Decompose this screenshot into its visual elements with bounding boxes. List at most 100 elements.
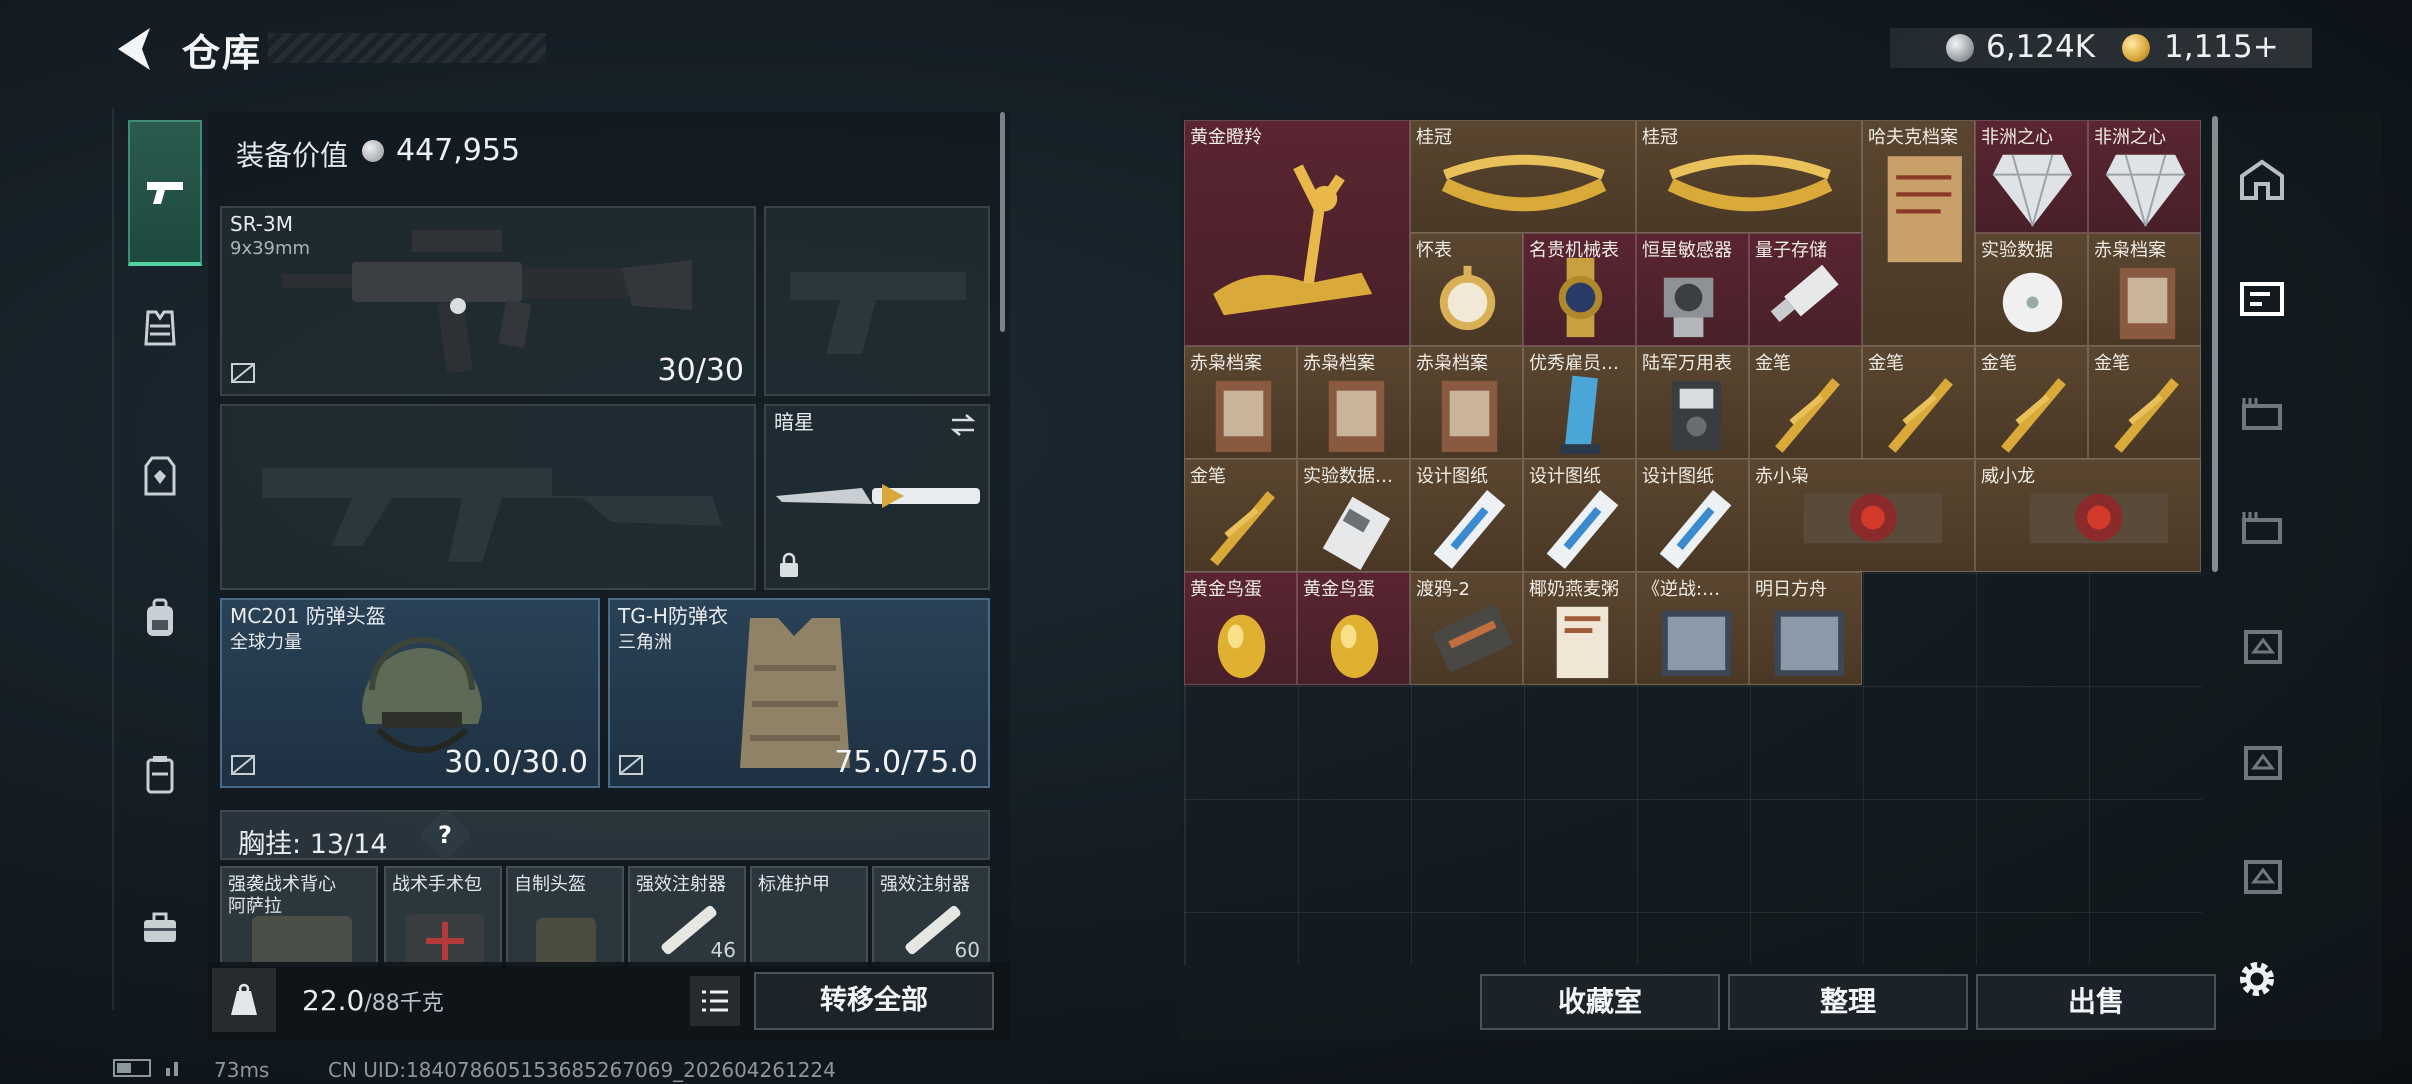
- stash-item-label: 金笔: [1755, 353, 1791, 374]
- rifle-icon: [282, 230, 692, 374]
- stash-item[interactable]: 《逆战:…: [1636, 572, 1749, 685]
- swap-icon[interactable]: [948, 412, 978, 438]
- stash-item[interactable]: 赤枭档案: [1184, 346, 1297, 459]
- stash-item[interactable]: 赤枭档案: [2088, 233, 2201, 346]
- storage-tab-icon: [2242, 512, 2282, 544]
- melee-slot[interactable]: 暗星: [764, 404, 990, 590]
- equipment-value-label: 装备价值: [236, 139, 349, 172]
- sort-button[interactable]: 整理: [1728, 974, 1968, 1030]
- silver-coin-icon: [362, 140, 384, 162]
- chest-rig-count: 13/14: [309, 829, 388, 860]
- tab-chest-rig[interactable]: [124, 292, 196, 364]
- stash-item[interactable]: 名贵机械表: [1523, 233, 1636, 346]
- stash-item[interactable]: 非洲之心: [1975, 120, 2088, 233]
- rig-item[interactable]: 强袭战术背心 阿萨拉: [220, 866, 378, 966]
- vest-icon: [144, 310, 176, 346]
- stash-item[interactable]: 金笔: [1749, 346, 1862, 459]
- loadout-scrollbar[interactable]: [1000, 112, 1005, 332]
- tab-storage-3b[interactable]: [2230, 496, 2294, 560]
- back-arrow-icon[interactable]: [112, 24, 158, 74]
- stash-item[interactable]: 赤小枭: [1749, 459, 1975, 572]
- tab-all-stash[interactable]: [2230, 148, 2294, 212]
- rig-item[interactable]: 强效注射器 46: [628, 866, 746, 966]
- stash-item[interactable]: 桂冠: [1636, 120, 1862, 233]
- item-count: 60: [954, 938, 980, 962]
- home-tab-icon: [2240, 159, 2284, 200]
- stash-item[interactable]: 金笔: [1184, 459, 1297, 572]
- stash-item[interactable]: 赤枭档案: [1410, 346, 1523, 459]
- list-view-button[interactable]: [690, 976, 740, 1026]
- stash-item[interactable]: 金笔: [1975, 346, 2088, 459]
- stash-item[interactable]: 量子存储: [1749, 233, 1862, 346]
- settings-gear-icon[interactable]: [2232, 954, 2282, 1004]
- stash-item[interactable]: 怀表: [1410, 233, 1523, 346]
- stash-item-label: 设计图纸: [1416, 466, 1488, 487]
- stash-item[interactable]: 金笔: [2088, 346, 2201, 459]
- tab-armor[interactable]: [124, 440, 196, 512]
- stash-item[interactable]: 椰奶燕麦粥: [1523, 572, 1636, 685]
- helmet-origin: 全球力量: [230, 632, 302, 653]
- stash-item[interactable]: 设计图纸: [1523, 459, 1636, 572]
- stash-item[interactable]: 渡鸦-2: [1410, 572, 1523, 685]
- tab-weapons[interactable]: [128, 120, 202, 266]
- melee-name: 暗星: [774, 410, 814, 434]
- rig-item-label: 战术手术包: [392, 874, 482, 895]
- stash-item[interactable]: 哈夫克档案: [1862, 120, 1975, 346]
- tab-backpack[interactable]: [124, 582, 196, 654]
- tab-toolkit[interactable]: [124, 892, 196, 964]
- tab-storage-3[interactable]: [2230, 382, 2294, 446]
- multimeter-icon: [1671, 380, 1722, 451]
- gold-currency-amount[interactable]: 1,115+: [2164, 29, 2279, 65]
- no-insurance-icon: [231, 363, 255, 383]
- primary-weapon-slot[interactable]: SR-3M 9x39mm 30/30: [220, 206, 756, 396]
- tab-storage-4[interactable]: [2230, 612, 2294, 676]
- stash-item[interactable]: 非洲之心: [2088, 120, 2201, 233]
- stash-item[interactable]: 黄金瞪羚: [1184, 120, 1410, 346]
- help-button[interactable]: ?: [418, 808, 472, 862]
- gazelle-icon: [1213, 164, 1373, 316]
- body-armor-slot[interactable]: TG-H防弹衣 三角洲 75.0/75.0: [608, 598, 990, 788]
- rig-item[interactable]: 战术手术包: [384, 866, 502, 966]
- armor-icon: [144, 456, 176, 496]
- currency-bar[interactable]: 6,124K 1,115+: [1890, 28, 2312, 68]
- stash-item[interactable]: 恒星敏感器: [1636, 233, 1749, 346]
- stash-item[interactable]: 优秀雇员…: [1523, 346, 1636, 459]
- stash-item[interactable]: 黄金鸟蛋: [1297, 572, 1410, 685]
- stash-scrollbar[interactable]: [2212, 116, 2218, 572]
- tab-valuables[interactable]: [2230, 266, 2294, 330]
- help-icon: ?: [438, 821, 452, 849]
- transfer-all-button[interactable]: 转移全部: [754, 972, 994, 1030]
- tab-container[interactable]: [124, 738, 196, 810]
- storage-tab-icon: [2242, 398, 2282, 430]
- stash-item[interactable]: 陆军万用表: [1636, 346, 1749, 459]
- stash-item[interactable]: 金笔: [1862, 346, 1975, 459]
- collection-room-button[interactable]: 收藏室: [1480, 974, 1720, 1030]
- rig-item[interactable]: 标准护甲: [750, 866, 868, 966]
- stash-item[interactable]: 设计图纸: [1636, 459, 1749, 572]
- stash-item[interactable]: 设计图纸: [1410, 459, 1523, 572]
- stash-item[interactable]: 赤枭档案: [1297, 346, 1410, 459]
- stash-item[interactable]: 黄金鸟蛋: [1184, 572, 1297, 685]
- silver-coin-icon: [1946, 34, 1974, 62]
- rig-item[interactable]: 自制头盔: [506, 866, 624, 966]
- tab-storage-4b[interactable]: [2230, 728, 2294, 792]
- secondary-weapon-slot[interactable]: [764, 206, 990, 396]
- armor-name: TG-H防弹衣: [618, 604, 728, 628]
- diamond-icon: [1992, 154, 2073, 227]
- stash-item-label: 优秀雇员…: [1529, 353, 1619, 374]
- stash-item[interactable]: 实验数据…: [1297, 459, 1410, 572]
- disc-box-icon: [1774, 610, 1845, 677]
- rig-item[interactable]: 强效注射器 60: [872, 866, 990, 966]
- battery-icon: [113, 1059, 178, 1077]
- stash-item[interactable]: 明日方舟: [1749, 572, 1862, 685]
- helmet-slot[interactable]: MC201 防弹头盔 全球力量 30.0/30.0: [220, 598, 600, 788]
- stash-item-label: 《逆战:…: [1642, 579, 1721, 600]
- stash-item[interactable]: 桂冠: [1410, 120, 1636, 233]
- sell-button[interactable]: 出售: [1976, 974, 2216, 1030]
- stash-item-label: 金笔: [2094, 353, 2130, 374]
- tab-storage-5[interactable]: [2230, 842, 2294, 906]
- stash-item[interactable]: 威小龙: [1975, 459, 2201, 572]
- stash-item[interactable]: 实验数据: [1975, 233, 2088, 346]
- secondary-primary-slot[interactable]: [220, 404, 756, 590]
- egg-icon: [1330, 614, 1379, 679]
